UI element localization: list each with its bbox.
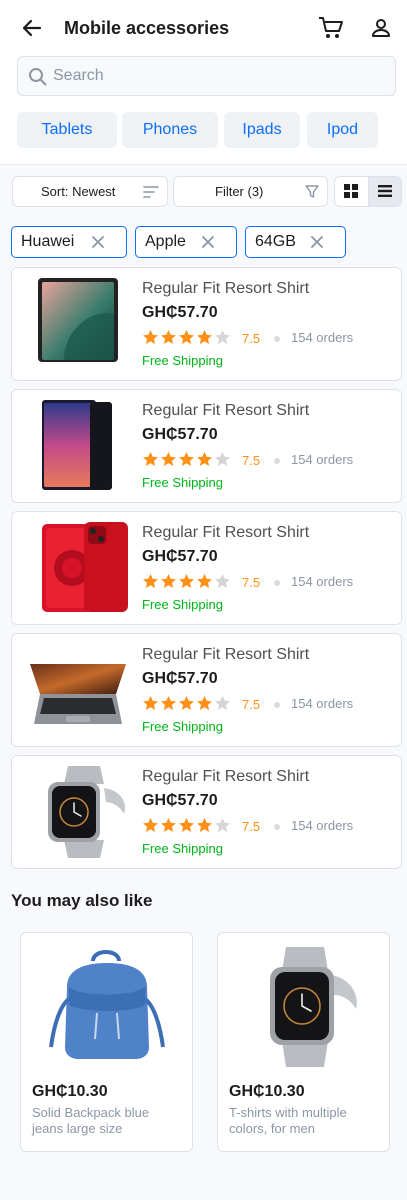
separator-dot: [274, 702, 280, 708]
category-chip-ipads[interactable]: Ipads: [224, 112, 300, 148]
separator-dot: [274, 580, 280, 586]
recommendation-card[interactable]: GH₵10.30 Solid Backpack blue jeans large…: [20, 932, 193, 1152]
product-card[interactable]: Regular Fit Resort Shirt GH₵57.70 7.5 15…: [11, 633, 402, 747]
recommendation-description: Solid Backpack blue jeans large size: [32, 1105, 150, 1136]
product-image-backpack: [41, 947, 173, 1067]
recommendation-price: GH₵10.30: [229, 1083, 305, 1100]
product-image-tablet: [24, 278, 132, 370]
product-shipping: Free Shipping: [142, 475, 223, 490]
star-rating-icon: [143, 574, 230, 588]
list-view-button[interactable]: [368, 177, 401, 206]
recommendation-price: GH₵10.30: [32, 1083, 108, 1100]
filter-tag-apple: Apple: [135, 226, 237, 258]
product-image-laptop: [24, 644, 132, 736]
grid-view-button[interactable]: [335, 177, 368, 206]
search-bar: [17, 56, 396, 96]
filter-tag-label: Apple: [145, 233, 186, 250]
recommendation-description: T-shirts with multiple colors, for men: [229, 1105, 347, 1136]
product-shipping: Free Shipping: [142, 719, 223, 734]
product-price: GH₵57.70: [142, 304, 218, 321]
sort-label: Sort: Newest: [41, 184, 116, 199]
product-price: GH₵57.70: [142, 792, 218, 809]
product-rating: 7.5: [242, 819, 261, 834]
filter-tag-huawei: Huawei: [11, 226, 127, 258]
star-rating-icon: [143, 696, 230, 710]
product-orders: 154 orders: [291, 330, 354, 345]
user-icon[interactable]: [369, 16, 393, 40]
product-rating: 7.5: [242, 331, 261, 346]
category-chip-tablets[interactable]: Tablets: [17, 112, 117, 148]
product-rating: 7.5: [242, 575, 261, 590]
product-name: Regular Fit Resort Shirt: [142, 402, 310, 419]
page-title: Mobile accessories: [64, 18, 230, 38]
cart-icon[interactable]: [318, 16, 344, 40]
recommendation-card[interactable]: GH₵10.30 T-shirts with multiple colors, …: [217, 932, 390, 1152]
product-image-smartwatch: [238, 947, 370, 1067]
category-chip-phones[interactable]: Phones: [122, 112, 218, 148]
product-shipping: Free Shipping: [142, 841, 223, 856]
product-price: GH₵57.70: [142, 426, 218, 443]
category-chip-ipod[interactable]: Ipod: [307, 112, 378, 148]
search-icon: [29, 68, 47, 86]
product-image-phone-blue: [24, 400, 132, 492]
arrow-left-icon[interactable]: [20, 16, 44, 40]
product-price: GH₵57.70: [142, 670, 218, 687]
separator-dot: [274, 824, 280, 830]
product-orders: 154 orders: [291, 452, 354, 467]
star-rating-icon: [143, 818, 230, 832]
product-shipping: Free Shipping: [142, 597, 223, 612]
product-name: Regular Fit Resort Shirt: [142, 280, 310, 297]
product-card[interactable]: Regular Fit Resort Shirt GH₵57.70 7.5 15…: [11, 267, 402, 381]
filter-icon: [305, 185, 319, 198]
product-orders: 154 orders: [291, 574, 354, 589]
grid-icon: [344, 184, 358, 198]
filter-label: Filter (3): [215, 184, 264, 199]
product-image-phone-red: [24, 522, 132, 614]
product-card[interactable]: Regular Fit Resort Shirt GH₵57.70 7.5 15…: [11, 511, 402, 625]
top-bar: Mobile accessories Tablets Phones Ipads …: [0, 0, 407, 165]
search-input[interactable]: [53, 57, 373, 95]
close-icon[interactable]: [311, 236, 323, 248]
close-icon[interactable]: [202, 236, 214, 248]
separator-dot: [274, 336, 280, 342]
product-name: Regular Fit Resort Shirt: [142, 646, 310, 663]
product-orders: 154 orders: [291, 696, 354, 711]
star-rating-icon: [143, 452, 230, 466]
view-toggle: [334, 176, 402, 207]
product-card[interactable]: Regular Fit Resort Shirt GH₵57.70 7.5 15…: [11, 755, 402, 869]
product-rating: 7.5: [242, 697, 261, 712]
list-icon: [378, 185, 392, 197]
product-shipping: Free Shipping: [142, 353, 223, 368]
filter-tag-label: 64GB: [255, 233, 296, 250]
filter-button[interactable]: Filter (3): [173, 176, 328, 207]
sort-button[interactable]: Sort: Newest: [12, 176, 168, 207]
list-toolbar: Sort: Newest Filter (3): [0, 166, 407, 216]
close-icon[interactable]: [92, 236, 104, 248]
product-name: Regular Fit Resort Shirt: [142, 768, 310, 785]
star-rating-icon: [143, 330, 230, 344]
product-orders: 154 orders: [291, 818, 354, 833]
section-title-recommendations: You may also like: [11, 891, 153, 910]
separator-dot: [274, 458, 280, 464]
product-price: GH₵57.70: [142, 548, 218, 565]
filter-tag-64gb: 64GB: [245, 226, 346, 258]
product-name: Regular Fit Resort Shirt: [142, 524, 310, 541]
filter-tag-label: Huawei: [21, 233, 75, 250]
product-card[interactable]: Regular Fit Resort Shirt GH₵57.70 7.5 15…: [11, 389, 402, 503]
product-image-smartwatch: [24, 766, 132, 858]
sort-icon: [143, 186, 159, 198]
product-rating: 7.5: [242, 453, 261, 468]
